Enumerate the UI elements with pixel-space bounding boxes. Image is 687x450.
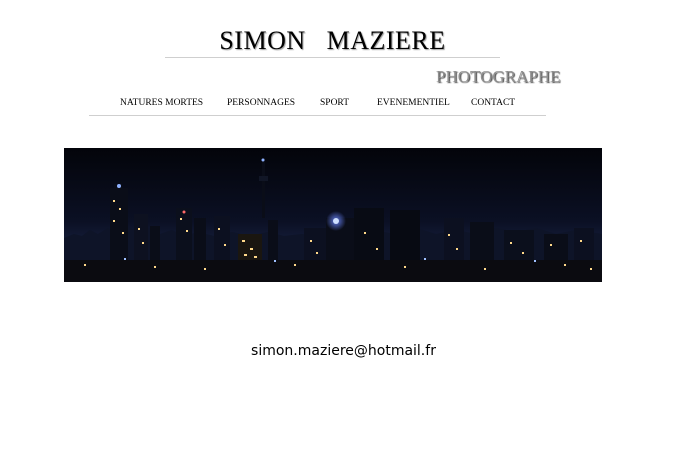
city-skyline-image — [64, 148, 602, 282]
contact-email-link[interactable]: simon.maziere@hotmail.fr — [0, 343, 687, 359]
nav-item-evenementiel[interactable]: EVENEMENTIEL — [377, 98, 450, 108]
banner-photo — [64, 148, 602, 282]
site-name: SIMON MAZIERE — [219, 26, 446, 55]
nav-divider — [89, 115, 546, 116]
nav-item-personnages[interactable]: PERSONNAGES — [227, 98, 295, 108]
site-subtitle: PHOTOGRAPHE — [436, 67, 561, 86]
nav-item-natures-mortes[interactable]: NATURES MORTES — [120, 98, 203, 108]
title-divider — [165, 57, 500, 58]
nav-item-contact[interactable]: CONTACT — [471, 98, 515, 108]
nav-item-sport[interactable]: SPORT — [320, 98, 349, 108]
main-nav: NATURES MORTES PERSONNAGES SPORT EVENEME… — [89, 98, 546, 112]
